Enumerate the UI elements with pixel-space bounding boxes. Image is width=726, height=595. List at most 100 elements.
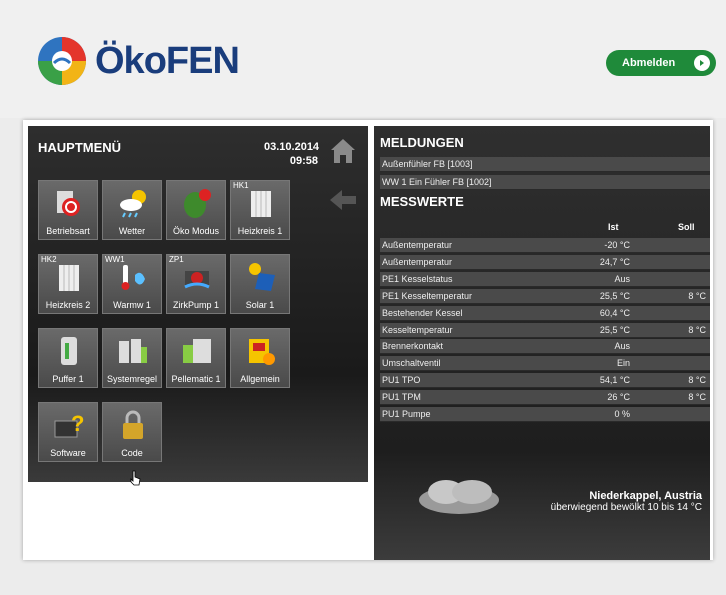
tile-puffer-1[interactable]: Puffer 1 <box>38 328 98 388</box>
tile-wetter[interactable]: Wetter <box>102 180 162 240</box>
main-frame: HAUPTMENÜ 03.10.2014 09:58 Betriebsart W… <box>23 120 713 560</box>
measurement-row[interactable]: Umschaltventil Ein <box>380 356 710 372</box>
main-menu-panel: HAUPTMENÜ 03.10.2014 09:58 Betriebsart W… <box>28 126 368 482</box>
main-menu-title: HAUPTMENÜ <box>38 140 122 155</box>
buffer-tank-icon <box>61 337 77 365</box>
date-time: 03.10.2014 09:58 <box>264 140 320 168</box>
measurement-row[interactable]: PU1 TPO 54,1 °C 8 °C <box>380 373 710 389</box>
circulation-pump-icon <box>184 271 210 289</box>
measurement-ist: 25,5 °C <box>599 324 630 335</box>
software-help-icon: ? <box>54 411 84 438</box>
measurement-soll: 8 °C <box>688 324 706 335</box>
tile-label: Betriebsart <box>46 226 90 236</box>
weather-forecast: überwiegend bewölkt 10 bis 14 °C <box>550 502 702 513</box>
tile-heizkreis-1[interactable]: HK1 Heizkreis 1 <box>230 180 290 240</box>
back-arrow-icon[interactable] <box>328 188 358 212</box>
weather-icon <box>120 190 146 218</box>
svg-text:?: ? <box>71 411 84 436</box>
measurement-ist: Ein <box>616 358 630 369</box>
tile-label: Heizkreis 2 <box>45 300 91 310</box>
measurement-row[interactable]: Außentemperatur -20 °C <box>380 238 710 253</box>
tile-betriebsart[interactable]: Betriebsart <box>38 180 98 240</box>
pellet-boiler-icon <box>183 339 211 363</box>
lock-icon <box>123 410 143 439</box>
tile-solar-1[interactable]: Solar 1 <box>230 254 290 314</box>
measurement-name: PE1 Kesselstatus <box>382 273 453 284</box>
home-icon[interactable] <box>328 136 358 166</box>
measurement-name: Kesseltemperatur <box>382 324 453 335</box>
measurement-name: PU1 TPO <box>382 375 421 386</box>
measurement-row[interactable]: Brennerkontakt Aus <box>380 339 710 355</box>
tile-label: Warmw 1 <box>113 300 151 310</box>
measurement-row[interactable]: PE1 Kesseltemperatur 25,5 °C 8 °C <box>380 288 710 304</box>
col-ist: Ist <box>608 222 619 232</box>
measurement-soll: 8 °C <box>688 392 706 403</box>
radiator-icon <box>251 191 271 217</box>
values-title: MESSWERTE <box>380 194 464 209</box>
measurement-name: Umschaltventil <box>382 358 441 369</box>
logout-button[interactable]: Abmelden <box>606 50 716 76</box>
measurement-name: Außentemperatur <box>382 256 453 267</box>
power-mode-icon <box>57 191 80 216</box>
brand-name: ÖkoFEN <box>95 40 240 82</box>
tile-label: ZirkPump 1 <box>172 300 219 310</box>
measurement-ist: -20 °C <box>604 240 630 250</box>
top-bar: ÖkoFEN Abmelden <box>0 0 726 118</box>
logout-label: Abmelden <box>622 57 676 69</box>
tile-software[interactable]: ? Software <box>38 402 98 462</box>
measurement-ist: 26 °C <box>607 392 630 403</box>
messages-title: MELDUNGEN <box>380 135 464 150</box>
measurement-row[interactable]: PE1 Kesselstatus Aus <box>380 271 710 287</box>
thermometer-water-icon <box>121 265 145 290</box>
measurement-soll: 8 °C <box>688 290 706 301</box>
measurement-row[interactable]: PU1 Pumpe 0 % <box>380 407 710 422</box>
time: 09:58 <box>289 155 318 167</box>
message-item[interactable]: WW 1 Ein Fühler FB [1002] <box>380 175 710 190</box>
message-text: Außenfühler FB [1003] <box>382 159 473 169</box>
measurement-ist: 0 % <box>614 409 630 419</box>
measurement-name: PU1 TPM <box>382 392 421 403</box>
tile-allgemein[interactable]: Allgemein <box>230 328 290 388</box>
tile-oeko-modus[interactable]: Öko Modus <box>166 180 226 240</box>
tile-warmwasser-1[interactable]: WW1 Warmw 1 <box>102 254 162 314</box>
measurement-row[interactable]: Bestehender Kessel 60,4 °C <box>380 305 710 321</box>
message-item[interactable]: Außenfühler FB [1003] <box>380 157 710 172</box>
tile-systemregel[interactable]: Systemregel <box>102 328 162 388</box>
measurement-ist: Aus <box>614 273 630 284</box>
measurement-name: PU1 Pumpe <box>382 409 431 419</box>
status-panel: MELDUNGEN Außenfühler FB [1003] WW 1 Ein… <box>374 126 710 560</box>
tile-label: Puffer 1 <box>52 374 84 384</box>
system-control-icon <box>119 339 147 363</box>
leaf-icon <box>184 189 211 218</box>
measurement-row[interactable]: Kesseltemperatur 25,5 °C 8 °C <box>380 322 710 338</box>
tile-pellematic-1[interactable]: Pellematic 1 <box>166 328 226 388</box>
measurement-ist: 25,5 °C <box>599 290 630 301</box>
radiator-icon <box>59 265 79 291</box>
measurement-ist: 54,1 °C <box>599 375 630 386</box>
measurement-row[interactable]: PU1 TPM 26 °C 8 °C <box>380 390 710 406</box>
mouse-pointer-icon <box>130 470 141 486</box>
tile-code[interactable]: Code <box>102 402 162 462</box>
weather-location: Niederkappel, Austria überwiegend bewölk… <box>551 490 702 513</box>
tile-label: Systemregel <box>106 374 158 384</box>
measurement-name: Brennerkontakt <box>382 341 444 352</box>
tile-heizkreis-2[interactable]: HK2 Heizkreis 2 <box>38 254 98 314</box>
measurement-name: Außentemperatur <box>382 240 453 250</box>
weather-city: Niederkappel, Austria <box>589 490 702 502</box>
tile-label: Code <box>121 448 143 458</box>
tile-label: Solar 1 <box>245 300 275 310</box>
general-settings-icon <box>249 339 275 365</box>
tile-label: Heizkreis 1 <box>237 226 283 236</box>
cloud-icon <box>419 480 499 514</box>
tile-zirkpump-1[interactable]: ZP1 ZirkPump 1 <box>166 254 226 314</box>
message-text: WW 1 Ein Fühler FB [1002] <box>382 177 492 187</box>
date: 03.10.2014 <box>264 141 320 153</box>
measurement-row[interactable]: Außentemperatur 24,7 °C <box>380 254 710 270</box>
tile-label: Wetter <box>118 226 146 236</box>
tile-label: Allgemein <box>240 374 280 384</box>
measurement-name: Bestehender Kessel <box>382 307 463 318</box>
solar-panel-icon <box>249 263 275 291</box>
measurement-ist: Aus <box>614 341 630 352</box>
tile-label: Software <box>50 448 86 458</box>
measurement-name: PE1 Kesseltemperatur <box>382 290 473 301</box>
